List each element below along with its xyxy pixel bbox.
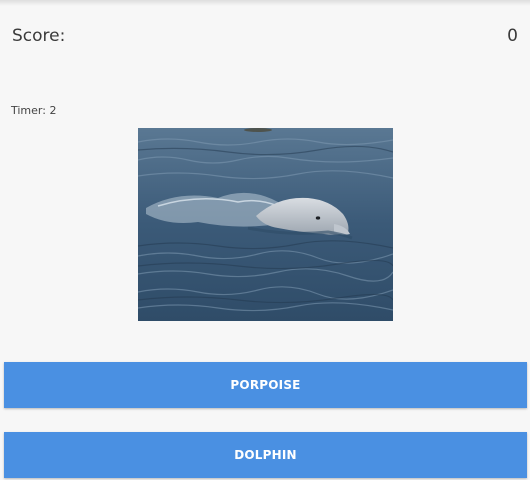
dolphin-photo xyxy=(138,128,393,321)
timer-label: Timer: 2 xyxy=(11,104,57,117)
dolphin-answer-button[interactable]: DOLPHIN xyxy=(4,432,527,478)
score-value: 0 xyxy=(507,26,518,46)
app-top-shadow xyxy=(0,0,530,6)
porpoise-answer-button[interactable]: PORPOISE xyxy=(4,362,527,408)
score-label: Score: xyxy=(12,26,66,46)
